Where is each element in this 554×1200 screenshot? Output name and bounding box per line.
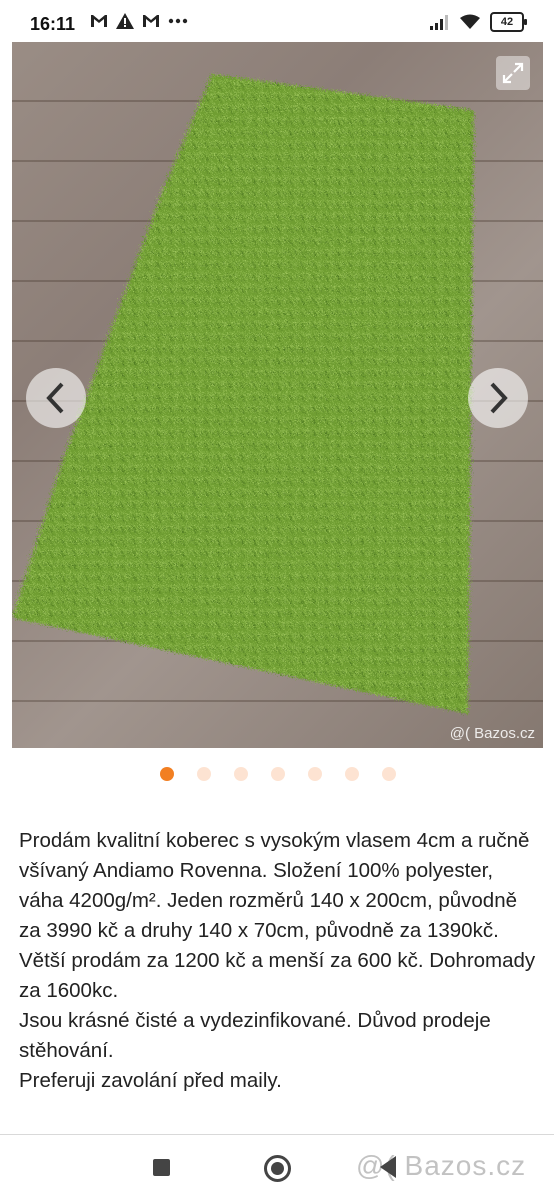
gallery-pagination xyxy=(160,767,396,781)
recent-apps-button[interactable] xyxy=(153,1159,170,1176)
rug-image xyxy=(12,74,474,714)
more-dots-icon xyxy=(168,18,188,24)
listing-photo[interactable]: @( Bazos.cz xyxy=(12,42,543,748)
home-button[interactable] xyxy=(264,1155,291,1182)
alert-icon xyxy=(116,13,134,29)
system-nav-bar: @( Bazos.cz xyxy=(0,1135,554,1200)
gmail-icon xyxy=(91,15,107,27)
pagination-dot[interactable] xyxy=(271,767,285,781)
pagination-dot[interactable] xyxy=(160,767,174,781)
status-time: 16:11 xyxy=(30,14,76,34)
battery-icon: 42 xyxy=(490,12,527,32)
pagination-dot[interactable] xyxy=(345,767,359,781)
status-bar: 16:11 42 xyxy=(0,0,554,42)
expand-icon xyxy=(502,62,524,84)
fullscreen-button[interactable] xyxy=(496,56,530,90)
signal-icon xyxy=(430,15,448,30)
next-photo-button[interactable] xyxy=(468,368,528,428)
pagination-dot[interactable] xyxy=(382,767,396,781)
previous-photo-button[interactable] xyxy=(26,368,86,428)
back-button[interactable] xyxy=(380,1156,396,1178)
wifi-icon xyxy=(460,14,480,29)
gmail-icon xyxy=(143,15,159,27)
pagination-dot[interactable] xyxy=(197,767,211,781)
chevron-left-icon xyxy=(46,382,64,414)
pagination-dot[interactable] xyxy=(308,767,322,781)
listing-description: Prodám kvalitní koberec s vysokým vlasem… xyxy=(19,829,536,1092)
chevron-right-icon xyxy=(490,382,508,414)
photo-watermark: @( Bazos.cz xyxy=(449,725,535,742)
pagination-dot[interactable] xyxy=(234,767,248,781)
